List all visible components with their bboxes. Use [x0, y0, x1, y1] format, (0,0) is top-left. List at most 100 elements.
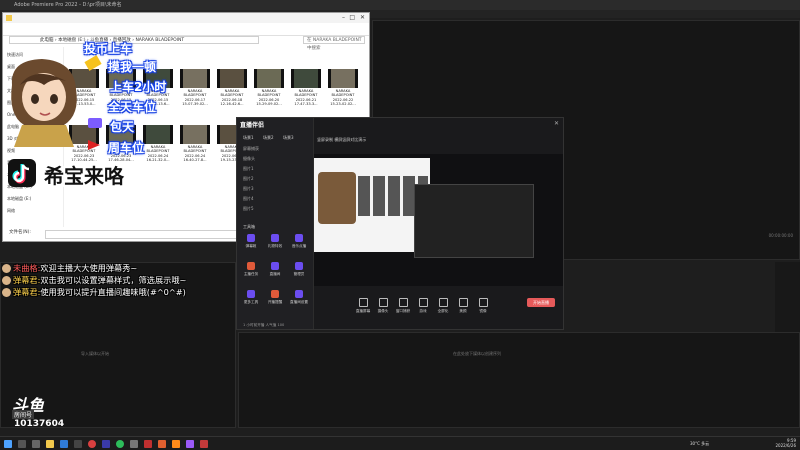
filename-label: 文件名(N): — [9, 230, 31, 235]
tool-button[interactable]: 弹幕姬 — [241, 234, 261, 256]
tool-icon — [247, 290, 255, 298]
scene-source-item[interactable]: 图片4 — [243, 195, 307, 202]
tool-button[interactable]: 音乐点播 — [289, 234, 309, 256]
tool-label: 礼物特效 — [267, 244, 283, 248]
nav-item[interactable]: 网络 — [7, 207, 61, 214]
stream-tool-button[interactable]: 游戏 — [414, 298, 432, 314]
system-clock[interactable]: 9:59 2022/6/26 — [775, 438, 796, 448]
stream-tool-button[interactable]: 窗口捕获 — [394, 298, 412, 314]
browser-app-icon[interactable] — [60, 440, 68, 448]
file-item[interactable]: NARAKA BLADEPOINT 2022.06.21 17-47-33.3.… — [289, 69, 323, 109]
video-thumbnail — [328, 69, 358, 88]
windows-taskbar: 30°C 多云 9:59 2022/6/26 — [0, 436, 800, 450]
tool-button[interactable]: 直播间 — [265, 262, 285, 284]
file-item[interactable]: NARAKA BLADEPOINT 2022.06.18 12-16-42.6.… — [215, 69, 249, 109]
close-icon[interactable]: ✕ — [360, 14, 365, 21]
stream-tool-label: 全屏化 — [437, 309, 449, 313]
stream-toolbar: 直播屏幕 摄像头 窗口捕获 游戏 全屏化 美颜 镜像 开始直播 — [314, 288, 563, 329]
stream-tool-button[interactable]: 美颜 — [454, 298, 472, 314]
stream-tool-label: 镜像 — [479, 309, 487, 313]
app-icon[interactable] — [158, 440, 166, 448]
stream-tool-button[interactable]: 直播屏幕 — [354, 298, 372, 314]
app-icon[interactable] — [102, 440, 110, 448]
scene-source-item[interactable]: 屏幕捕获 — [243, 145, 307, 152]
stream-tool-button[interactable]: 摄像头 — [374, 298, 392, 314]
file-name: NARAKA BLADEPOINT 2022.06.24 16-21-32.0.… — [146, 145, 170, 163]
tool-button[interactable]: 更多工具 — [241, 290, 261, 312]
tool-button[interactable]: 礼物特效 — [265, 234, 285, 256]
video-thumbnail — [143, 125, 173, 144]
search-input[interactable]: 在 NARAKA BLADEPOINT 中搜索 — [303, 36, 365, 51]
app-icon[interactable] — [74, 440, 82, 448]
tool-button[interactable]: 管理员 — [289, 262, 309, 284]
tool-icon — [271, 290, 279, 298]
tab-scene-1[interactable]: 场景1 — [243, 135, 254, 141]
explorer-app-icon[interactable] — [46, 440, 54, 448]
douyu-watermark: 斗鱼 房间号 10137604 — [12, 392, 72, 436]
chat-message: 未曲格:欢迎主播大大使用弹幕秀~ — [2, 262, 137, 274]
file-item[interactable]: NARAKA BLADEPOINT 2022.06.17 15-07-39.02… — [178, 69, 212, 109]
app-icon[interactable] — [88, 440, 96, 448]
app-icon[interactable] — [200, 440, 208, 448]
app-icon[interactable] — [130, 440, 138, 448]
scene-source-item[interactable]: 图片2 — [243, 175, 307, 182]
tool-button[interactable]: 开播提醒 — [265, 290, 285, 312]
tool-icon — [271, 234, 279, 242]
search-icon[interactable] — [18, 440, 26, 448]
tab-scene-2[interactable]: 场景2 — [263, 135, 274, 141]
overlay-line-4: 全天车位 — [108, 100, 157, 114]
maximize-icon[interactable]: □ — [349, 14, 355, 21]
file-name: NARAKA BLADEPOINT 2022.06.24 16-40-27.8.… — [183, 145, 207, 163]
scene-source-item[interactable]: 摄像头 — [243, 155, 307, 162]
tool-label: 直播间设置 — [290, 300, 308, 304]
stream-tool-label: 游戏 — [419, 309, 427, 313]
file-item[interactable]: NARAKA BLADEPOINT 2022.06.24 16-21-32.0.… — [141, 125, 175, 165]
explorer-title-bar[interactable]: – □ ✕ — [3, 13, 369, 23]
chat-message: 弹幕君:使用我可以提升直播间趣味哦(#^0^#) — [2, 286, 186, 298]
close-icon[interactable]: ✕ — [554, 120, 559, 127]
tool-button[interactable]: 主播任务 — [241, 262, 261, 284]
nav-item[interactable]: 视频 — [7, 147, 61, 154]
video-thumbnail — [180, 69, 210, 88]
file-item[interactable]: NARAKA BLADEPOINT 2022.06.24 16-40-27.8.… — [178, 125, 212, 165]
tools-title: 工具箱 — [243, 224, 255, 229]
chat-text: 使用我可以提升直播间趣味哦(#^0^#) — [40, 287, 186, 297]
start-icon[interactable] — [4, 440, 12, 448]
stream-preview[interactable] — [314, 154, 563, 286]
avatar — [2, 264, 11, 273]
app-icon[interactable] — [144, 440, 152, 448]
tiktok-logo-icon — [8, 159, 36, 187]
chat-text: 双击我可以设置弹幕样式，筛选展示哦~ — [40, 275, 187, 285]
file-name: NARAKA BLADEPOINT 2022.06.17 15-07-39.02… — [182, 89, 208, 107]
nav-item[interactable]: 本地磁盘 (E:) — [7, 195, 61, 202]
tool-label: 主播任务 — [243, 272, 259, 276]
file-item[interactable]: NARAKA BLADEPOINT 2022.06.22 15-23-02.02… — [326, 69, 360, 109]
scene-source-item[interactable]: 图片3 — [243, 185, 307, 192]
timeline-panel[interactable]: 在此处放下媒体以创建序列 — [238, 332, 800, 428]
chat-username: 未曲格: — [13, 263, 41, 273]
stream-tool-label: 窗口捕获 — [395, 309, 411, 313]
stream-tool-button[interactable]: 镜像 — [474, 298, 492, 314]
scene-source-item[interactable]: 图片1 — [243, 165, 307, 172]
tab-scene-3[interactable]: 场景3 — [283, 135, 294, 141]
tool-label: 弹幕姬 — [245, 244, 257, 248]
premiere-title: Adobe Premiere Pro 2022 - D:\pr项目\未命名 — [14, 2, 122, 8]
overlay-line-6: 周车位 — [108, 141, 145, 155]
file-item[interactable]: NARAKA BLADEPOINT 2022.06.20 15-29-09.02… — [252, 69, 286, 109]
task-view-icon[interactable] — [32, 440, 40, 448]
start-live-button[interactable]: 开始直播 — [527, 298, 555, 307]
live-companion-window[interactable]: 直播伴侣 场景1 场景2 场景3 屏幕捕获 摄像头 图片1 图片2 图片3 图片4 图片5 … — [236, 117, 564, 330]
tool-icon — [247, 262, 255, 270]
overlay-line-1: 投币上车 — [84, 42, 133, 56]
minimize-icon[interactable]: – — [342, 14, 345, 21]
address-bar[interactable]: 此电脑 › 本地磁盘 (E:) › 斗鱼直播 › 直播回放 › NARAKA B… — [9, 36, 259, 44]
scene-source-item[interactable]: 图片5 — [243, 205, 307, 212]
premiere-app-icon[interactable] — [186, 440, 194, 448]
stream-tool-button[interactable]: 全屏化 — [434, 298, 452, 314]
douyu-app-icon[interactable] — [172, 440, 180, 448]
stream-tool-icon — [358, 298, 368, 307]
tool-button[interactable]: 直播间设置 — [289, 290, 309, 312]
wechat-app-icon[interactable] — [116, 440, 124, 448]
tool-icon — [247, 234, 255, 242]
explorer-ribbon[interactable] — [3, 23, 369, 36]
